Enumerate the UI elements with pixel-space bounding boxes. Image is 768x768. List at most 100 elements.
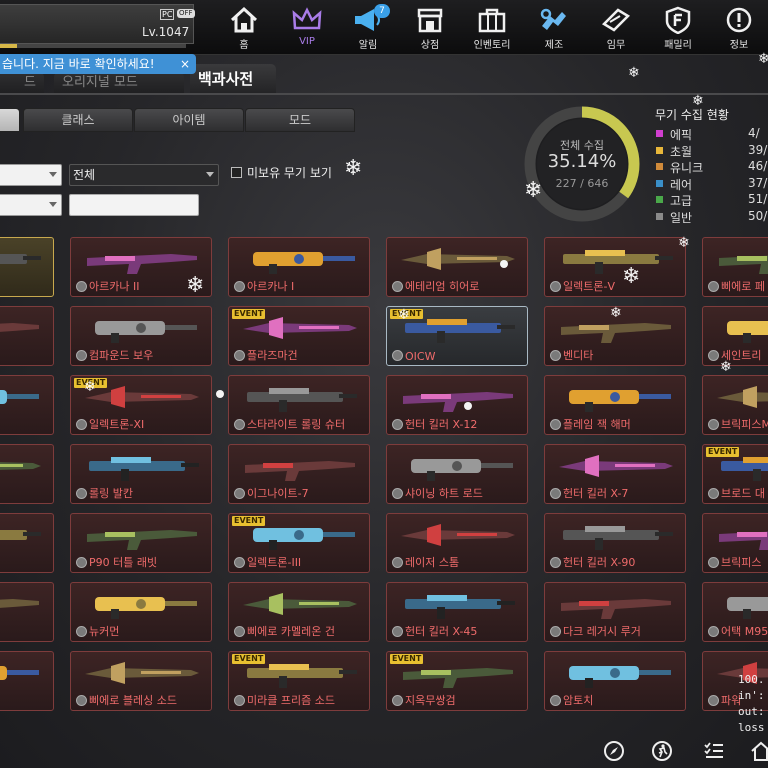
weapon-card[interactable] xyxy=(0,651,54,711)
subtab-first[interactable] xyxy=(0,108,20,132)
player-level: Lv.1047 xyxy=(142,25,190,39)
nav-vip-label: VIP xyxy=(299,36,315,47)
rarity-gem-icon xyxy=(76,419,87,430)
weapon-card[interactable]: 5 xyxy=(0,306,54,366)
nav-alerts[interactable]: 7 알림 xyxy=(338,4,398,51)
weapon-name: 헌터 킬러 X-7 xyxy=(563,487,629,500)
chevron-down-icon xyxy=(49,172,57,177)
nav-mission[interactable]: 임무 xyxy=(586,4,646,51)
subtab-mode[interactable]: 모드 xyxy=(245,108,355,132)
home-outline-icon[interactable] xyxy=(750,740,768,762)
weapon-card[interactable]: 롤링 발칸 xyxy=(70,444,212,504)
search-input[interactable] xyxy=(69,194,199,216)
nav-vip[interactable]: VIP xyxy=(277,4,337,50)
weapon-card[interactable]: EVENT 미라클 프리즘 소드 xyxy=(228,651,370,711)
weapon-card[interactable]: EVENT 브로드 대 xyxy=(702,444,768,504)
weapon-card[interactable]: 헌터 킬러 X-90 xyxy=(544,513,686,573)
mission-icon xyxy=(601,8,631,32)
weapon-card[interactable]: EVENT 지옥무쌍검 xyxy=(386,651,528,711)
weapon-card[interactable]: 플레임 잭 해머 xyxy=(544,375,686,435)
weapon-card[interactable]: 어택 M95 xyxy=(702,582,768,642)
rarity-name: 초월 xyxy=(670,144,693,159)
player-panel[interactable]: PC OFF Lv.1047 xyxy=(0,4,195,48)
weapon-image xyxy=(247,388,357,412)
game-screen: PC OFF Lv.1047 홈 VIP 7 알림 상점 인벤토리 제조 임무 … xyxy=(0,0,768,768)
weapon-image xyxy=(243,593,357,615)
weapon-card[interactable]: P90 터틀 래빗 xyxy=(70,513,212,573)
rarity-name: 유니크 xyxy=(670,161,704,175)
weapon-card[interactable]: 삐에로 페 xyxy=(702,237,768,297)
snowflake-icon: ❄ xyxy=(84,379,96,395)
weapon-card[interactable]: 삐에로 블레싱 소드 xyxy=(70,651,212,711)
weapon-card[interactable] xyxy=(0,582,54,642)
nav-shop[interactable]: 상점 xyxy=(400,4,460,51)
filter-select-all[interactable]: 전체 xyxy=(69,164,219,186)
tab-original-mode[interactable]: 오리지널 모드 xyxy=(54,72,184,94)
runner-icon[interactable] xyxy=(651,740,673,762)
unowned-checkbox[interactable] xyxy=(231,167,242,178)
nav-info-label: 정보 xyxy=(729,40,749,51)
weapon-card[interactable]: 헌터 킬러 X-45 xyxy=(386,582,528,642)
weapon-card[interactable]: 헌터 킬러 X-7 xyxy=(544,444,686,504)
weapon-card[interactable]: 아르카나 I xyxy=(228,237,370,297)
weapon-card[interactable]: 뉴커먼 xyxy=(70,582,212,642)
weapon-card[interactable]: 브릭피스 xyxy=(702,513,768,573)
weapon-name: 일렉트론-V xyxy=(563,280,615,293)
subtab-class[interactable]: 클래스 xyxy=(23,108,133,132)
weapon-card[interactable]: 에테리엄 히어로 xyxy=(386,237,528,297)
notification-banner[interactable]: 습니다. 지금 바로 확인하세요! × xyxy=(0,54,196,74)
weapon-card[interactable]: 이그나이트-7 xyxy=(228,444,370,504)
checklist-icon[interactable] xyxy=(703,740,725,762)
weapon-card[interactable] xyxy=(0,513,54,573)
event-badge: EVENT xyxy=(232,309,266,319)
rarity-gem-icon xyxy=(550,350,561,361)
nav-craft[interactable]: 제조 xyxy=(524,4,584,51)
filter-select-1[interactable] xyxy=(0,164,62,186)
weapon-card[interactable]: 샤이닝 하트 로드 xyxy=(386,444,528,504)
family-icon xyxy=(665,6,691,34)
weapon-card[interactable]: 일렉트론-V xyxy=(544,237,686,297)
nav-inventory[interactable]: 인벤토리 xyxy=(462,4,522,51)
rarity-gem-icon xyxy=(550,695,561,706)
weapon-card[interactable]: 레이저 스톰 xyxy=(386,513,528,573)
weapon-card[interactable] xyxy=(0,237,54,297)
compass-icon[interactable] xyxy=(603,740,625,762)
event-badge: EVENT xyxy=(390,654,424,664)
weapon-card[interactable] xyxy=(0,444,54,504)
subtab-item[interactable]: 아이템 xyxy=(134,108,244,132)
tab-encyclopedia[interactable]: 백과사전 xyxy=(190,64,276,94)
tab-mode[interactable]: 드 xyxy=(0,72,44,94)
off-toggle[interactable]: OFF xyxy=(177,9,195,18)
alert-count-badge: 7 xyxy=(374,4,390,18)
weapon-card[interactable]: 삐에로 카멜레온 건 xyxy=(228,582,370,642)
weapon-image xyxy=(95,597,197,619)
weapon-card[interactable]: 스타라이트 롤링 슈터 xyxy=(228,375,370,435)
notification-text: 습니다. 지금 바로 확인하세요! xyxy=(2,57,155,71)
weapon-card[interactable]: 브릭피스M7 xyxy=(702,375,768,435)
snow-dot xyxy=(464,402,472,410)
filter-select-2[interactable] xyxy=(0,194,62,216)
close-icon[interactable]: × xyxy=(180,54,190,74)
weapon-image xyxy=(85,662,199,684)
nav-info[interactable]: 정보 xyxy=(709,4,768,51)
rarity-gem-icon xyxy=(76,350,87,361)
weapon-card[interactable]: 컴파운드 보우 xyxy=(70,306,212,366)
weapon-name: 삐에로 페 xyxy=(721,280,765,293)
weapon-card[interactable]: 다크 레거시 루거 xyxy=(544,582,686,642)
weapon-image xyxy=(559,455,673,477)
weapon-card[interactable]: 암토치 xyxy=(544,651,686,711)
weapon-card[interactable] xyxy=(0,375,54,435)
weapon-name: 삐에로 블레싱 소드 xyxy=(89,694,177,707)
weapon-card[interactable]: 헌터 킬러 X-12 xyxy=(386,375,528,435)
rarity-count: 46/ xyxy=(748,159,768,173)
rarity-name: 고급 xyxy=(670,194,693,208)
event-badge: EVENT xyxy=(232,654,266,664)
collection-ring: 전체 수집 35.14% 227 / 646 xyxy=(523,105,641,223)
weapon-card[interactable]: EVENT 일렉트론-III xyxy=(228,513,370,573)
rarity-gem-icon xyxy=(76,488,87,499)
weapon-card[interactable]: 세인트리 xyxy=(702,306,768,366)
nav-home[interactable]: 홈 xyxy=(214,4,274,51)
weapon-name: 레이저 스톰 xyxy=(405,556,460,569)
nav-family[interactable]: 패밀리 xyxy=(648,4,708,51)
weapon-card[interactable]: EVENT 플라즈마건 xyxy=(228,306,370,366)
